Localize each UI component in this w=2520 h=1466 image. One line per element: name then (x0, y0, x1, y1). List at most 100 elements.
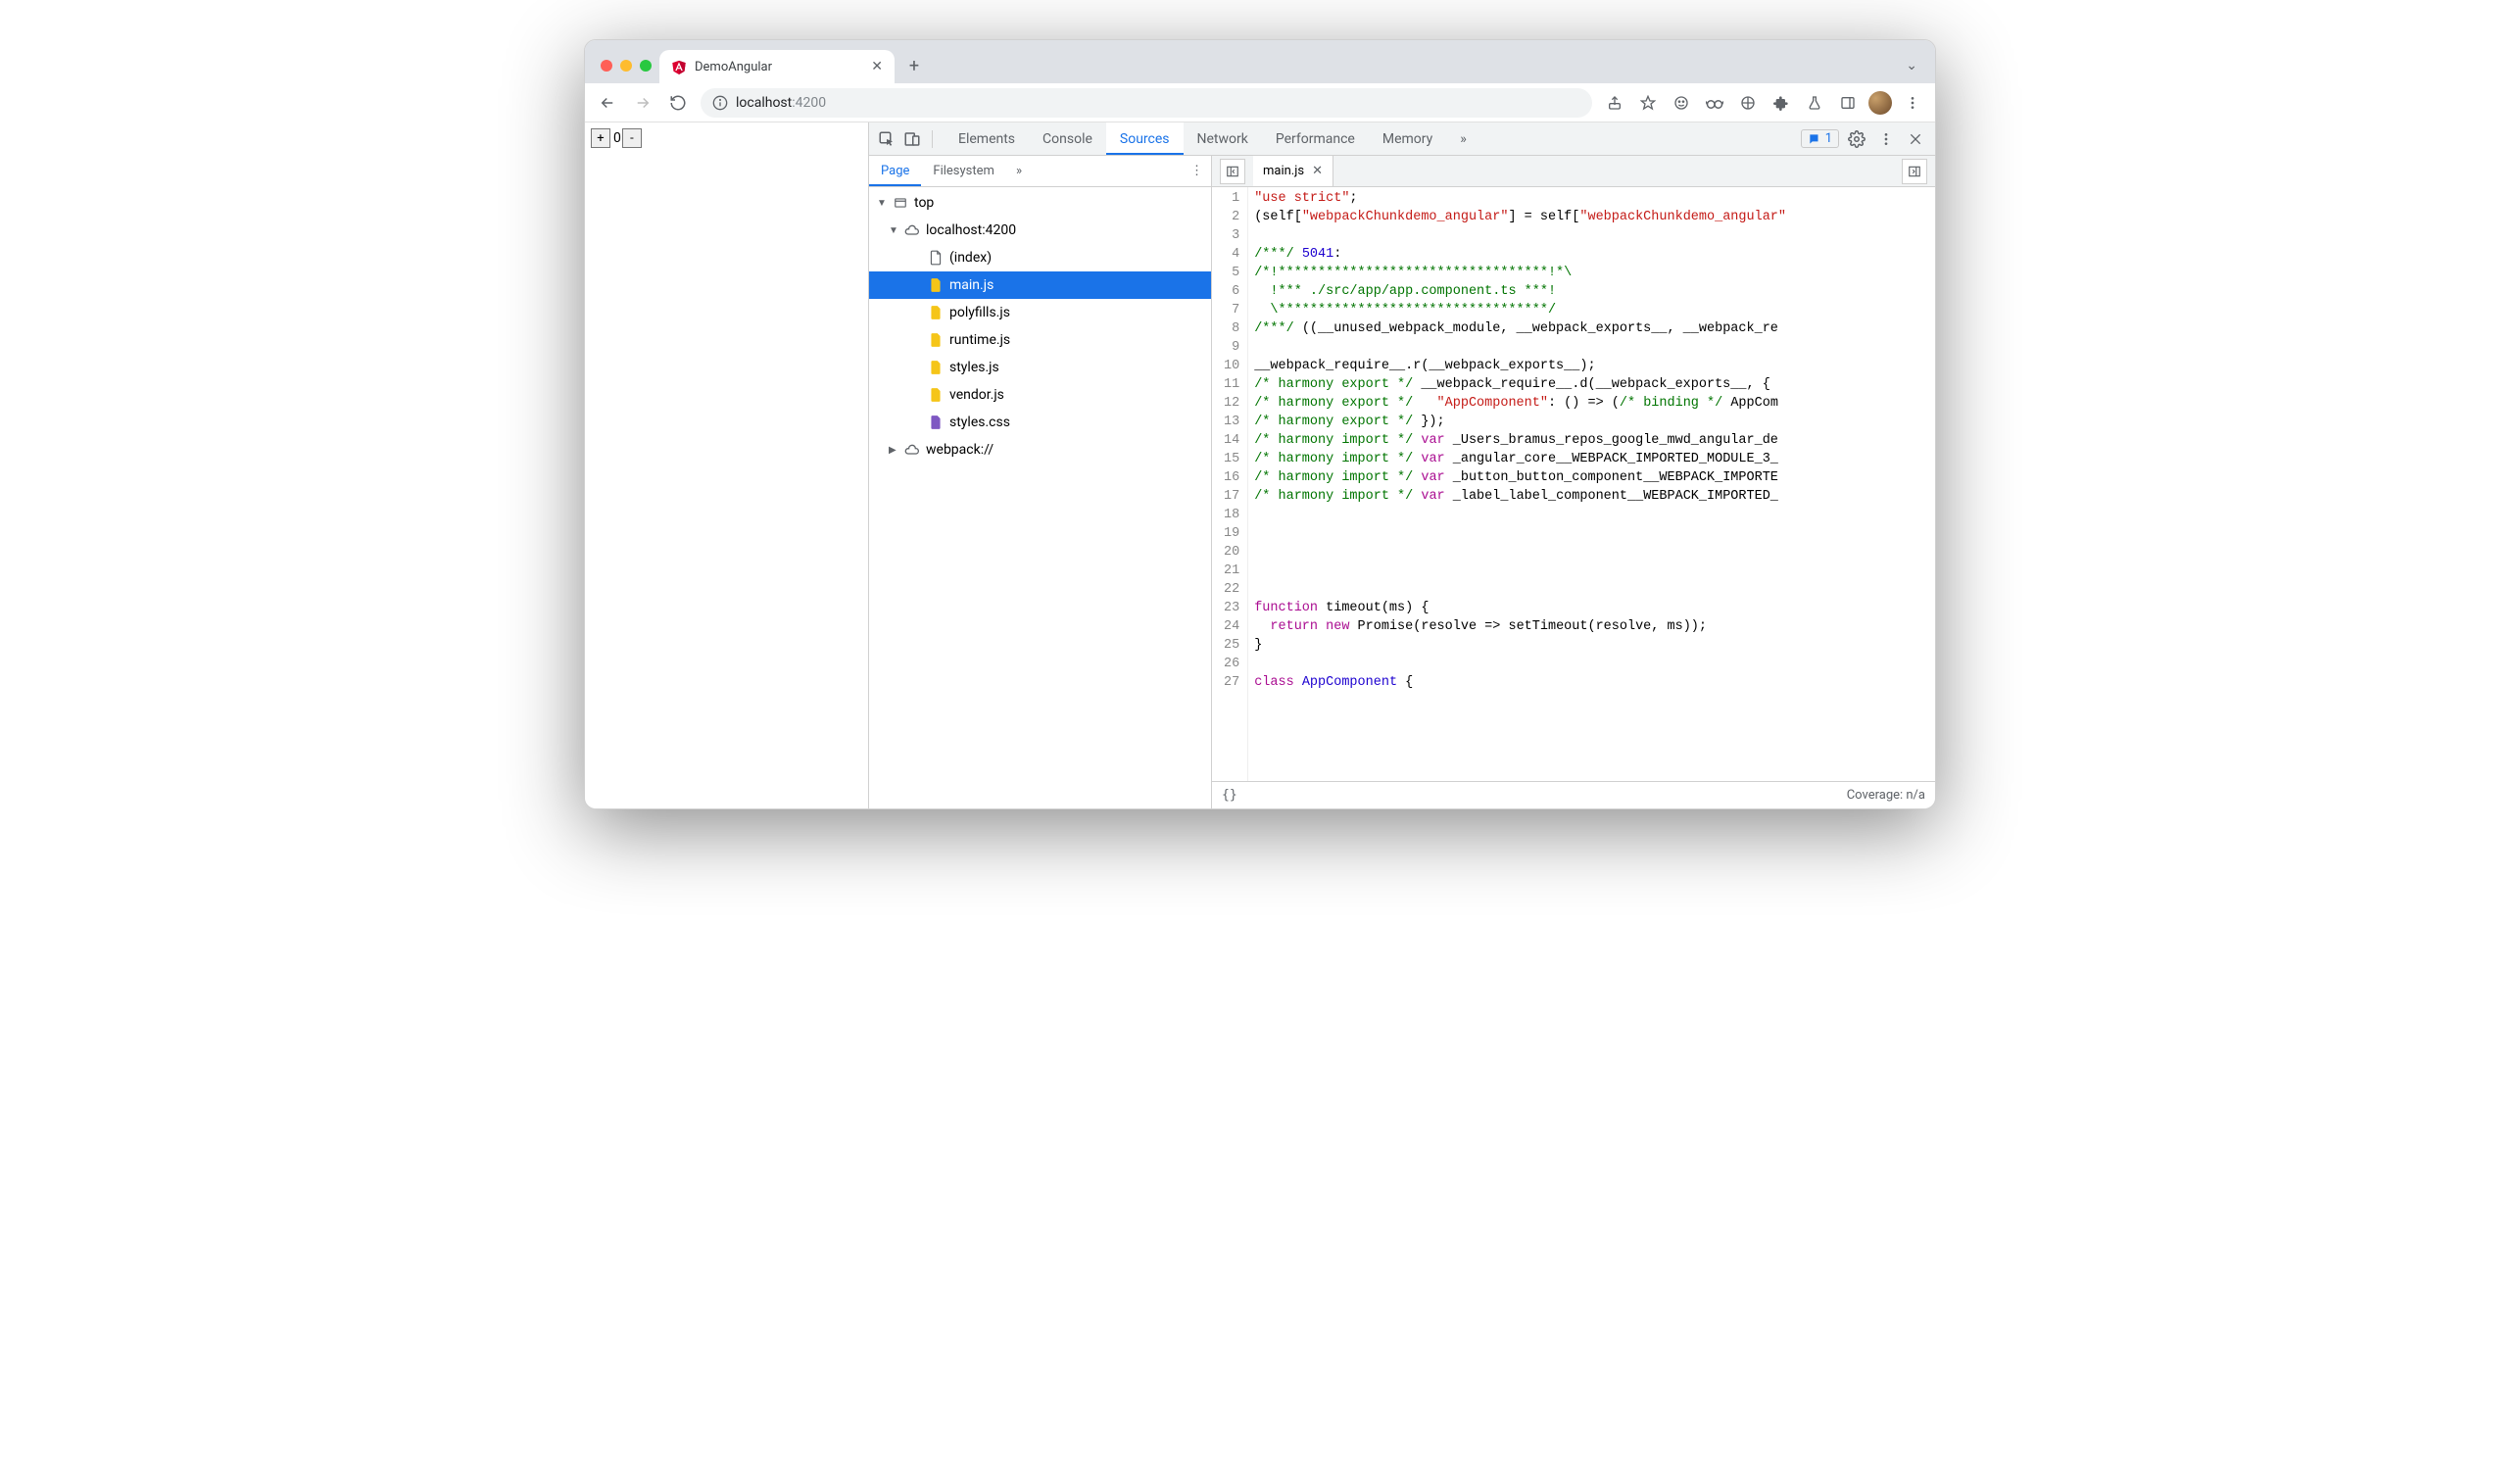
tree-host[interactable]: ▼ localhost:4200 (869, 217, 1211, 244)
file-tree: ▼ top ▼ localhost:4200 (index) main.js pol… (869, 187, 1211, 808)
tree-file[interactable]: styles.css (869, 409, 1211, 436)
tree-file-label: polyfills.js (949, 305, 1010, 320)
counter-widget: + 0 - (591, 128, 862, 148)
nav-tabs-menu-icon[interactable]: ⋮ (1183, 156, 1211, 186)
url-text: localhost:4200 (736, 95, 826, 111)
forward-button[interactable] (630, 90, 655, 116)
file-icon (928, 249, 944, 267)
file-icon (928, 331, 944, 349)
toggle-navigator-icon[interactable] (1220, 159, 1245, 184)
file-icon (928, 276, 944, 294)
tree-webpack-label: webpack:// (926, 442, 993, 458)
page-viewport: + 0 - (585, 122, 869, 808)
reload-button[interactable] (665, 90, 691, 116)
tree-file-label: (index) (949, 250, 992, 266)
toggle-debugger-icon[interactable] (1902, 159, 1927, 184)
close-window-button[interactable] (601, 60, 612, 72)
tree-file[interactable]: (index) (869, 244, 1211, 271)
browser-window: DemoAngular ✕ + ⌄ localhost:4200 (584, 39, 1936, 809)
panel-tab-performance[interactable]: Performance (1262, 122, 1369, 155)
tree-file-label: vendor.js (949, 387, 1004, 403)
panel-tab-network[interactable]: Network (1184, 122, 1262, 155)
close-file-tab-icon[interactable]: ✕ (1312, 164, 1323, 178)
tree-host-label: localhost:4200 (926, 222, 1016, 238)
inspect-element-icon[interactable] (875, 127, 898, 151)
pretty-print-button[interactable]: {} (1222, 788, 1237, 803)
panel-tabs-overflow[interactable]: » (1446, 122, 1480, 155)
coverage-status: Coverage: n/a (1847, 788, 1925, 803)
sources-body: Page Filesystem » ⋮ ▼ top ▼ (869, 156, 1935, 808)
increment-button[interactable]: + (591, 128, 610, 148)
file-icon (928, 304, 944, 321)
counter-value: 0 (610, 130, 622, 146)
browser-menu-icon[interactable] (1900, 90, 1925, 116)
panel-tab-elements[interactable]: Elements (945, 122, 1029, 155)
profile-avatar[interactable] (1868, 91, 1892, 115)
editor-tabs: main.js ✕ (1212, 156, 1935, 187)
extensions-puzzle-icon[interactable] (1769, 90, 1794, 116)
code-lines: "use strict"; (self["webpackChunkdemo_an… (1248, 187, 1786, 781)
extension-icon-3[interactable] (1735, 90, 1761, 116)
devtools: Elements Console Sources Network Perform… (869, 122, 1935, 808)
file-icon (928, 359, 944, 376)
settings-gear-icon[interactable] (1845, 127, 1868, 151)
browser-tab[interactable]: DemoAngular ✕ (659, 50, 895, 83)
side-panel-icon[interactable] (1835, 90, 1861, 116)
devtools-tabs: Elements Console Sources Network Perform… (869, 122, 1935, 156)
tabstrip: DemoAngular ✕ + ⌄ (585, 40, 1935, 83)
cloud-icon (904, 441, 920, 459)
editor-status-bar: {} Coverage: n/a (1212, 781, 1935, 808)
new-tab-button[interactable]: + (900, 52, 928, 79)
device-toolbar-icon[interactable] (900, 127, 924, 151)
nav-tab-page[interactable]: Page (869, 156, 921, 186)
decrement-button[interactable]: - (622, 128, 642, 148)
angular-favicon-icon (671, 59, 687, 74)
devtools-menu-icon[interactable] (1874, 127, 1898, 151)
issues-count: 1 (1825, 131, 1832, 146)
toolbar: localhost:4200 (585, 83, 1935, 122)
editor-pane: main.js ✕ 1 2 3 4 5 6 7 8 9 10 11 12 13 … (1212, 156, 1935, 808)
share-icon[interactable] (1602, 90, 1627, 116)
tree-file[interactable]: styles.js (869, 354, 1211, 381)
tabs-dropdown-button[interactable]: ⌄ (1906, 58, 1927, 83)
tree-file[interactable]: runtime.js (869, 326, 1211, 354)
tree-file[interactable]: vendor.js (869, 381, 1211, 409)
cloud-icon (904, 221, 920, 239)
minimize-window-button[interactable] (620, 60, 632, 72)
tree-file[interactable]: main.js (869, 271, 1211, 299)
extension-icon-1[interactable] (1669, 90, 1694, 116)
frame-icon (893, 194, 908, 212)
tree-webpack[interactable]: ▶ webpack:// (869, 436, 1211, 464)
extension-icon-2[interactable] (1702, 90, 1727, 116)
nav-tabs-overflow[interactable]: » (1010, 156, 1028, 186)
bookmark-star-icon[interactable] (1635, 90, 1661, 116)
file-icon (928, 386, 944, 404)
toolbar-right (1602, 90, 1925, 116)
tree-file[interactable]: polyfills.js (869, 299, 1211, 326)
tree-file-label: main.js (949, 277, 993, 293)
panel-tab-console[interactable]: Console (1029, 122, 1106, 155)
window-controls (593, 60, 659, 83)
labs-beaker-icon[interactable] (1802, 90, 1827, 116)
tree-file-label: runtime.js (949, 332, 1010, 348)
back-button[interactable] (595, 90, 620, 116)
open-file-name: main.js (1263, 164, 1304, 178)
tree-file-label: styles.js (949, 360, 999, 375)
site-info-icon[interactable] (712, 95, 728, 111)
file-icon (928, 414, 944, 431)
tree-top[interactable]: ▼ top (869, 189, 1211, 217)
close-tab-button[interactable]: ✕ (871, 59, 883, 74)
tree-file-label: styles.css (949, 415, 1010, 430)
code-editor[interactable]: 1 2 3 4 5 6 7 8 9 10 11 12 13 14 15 16 1… (1212, 187, 1935, 781)
navigator-tabs: Page Filesystem » ⋮ (869, 156, 1211, 187)
panel-tab-sources[interactable]: Sources (1106, 122, 1184, 155)
issues-button[interactable]: 1 (1801, 129, 1839, 148)
open-file-tab[interactable]: main.js ✕ (1253, 156, 1333, 186)
close-devtools-icon[interactable] (1904, 127, 1927, 151)
nav-tab-filesystem[interactable]: Filesystem (921, 156, 1006, 186)
address-bar[interactable]: localhost:4200 (701, 88, 1592, 118)
line-gutter: 1 2 3 4 5 6 7 8 9 10 11 12 13 14 15 16 1… (1212, 187, 1248, 781)
maximize-window-button[interactable] (640, 60, 652, 72)
navigator-pane: Page Filesystem » ⋮ ▼ top ▼ (869, 156, 1212, 808)
panel-tab-memory[interactable]: Memory (1369, 122, 1446, 155)
